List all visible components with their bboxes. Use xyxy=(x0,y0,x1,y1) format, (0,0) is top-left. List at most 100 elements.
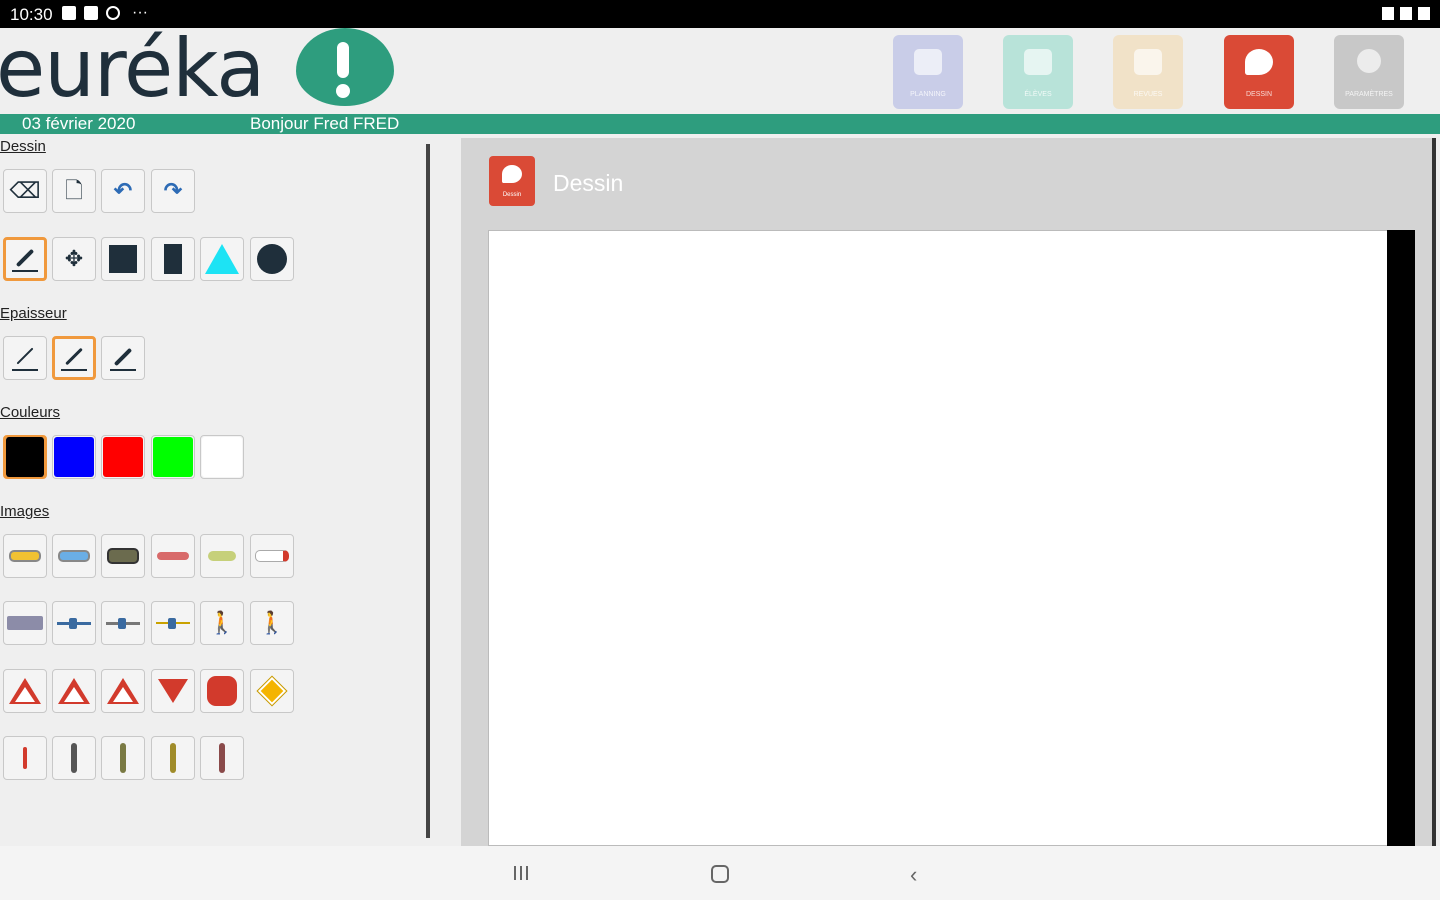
wifi-icon xyxy=(1400,7,1412,20)
nav-dessin-label: Dessin xyxy=(1245,91,1273,98)
current-date: 03 février 2020 xyxy=(22,114,136,133)
save-drawing-button[interactable]: 🗋 xyxy=(52,169,96,213)
nav-parametres-button[interactable]: Paramètres xyxy=(1334,35,1404,109)
users-icon xyxy=(1024,49,1052,75)
yield-sign-icon xyxy=(158,679,188,703)
image-car-dark-button[interactable] xyxy=(101,534,145,578)
car-blue-icon xyxy=(58,550,90,562)
color-swatch-white xyxy=(202,437,242,477)
color-red-button[interactable] xyxy=(101,435,145,479)
circle-icon xyxy=(257,244,287,274)
palette-icon xyxy=(502,165,522,183)
circle-tool-button[interactable] xyxy=(250,237,294,281)
pen-tool-button[interactable] xyxy=(3,237,47,281)
image-traffic-light-3-button[interactable] xyxy=(151,736,195,780)
eraser-button[interactable]: ⌫ xyxy=(3,169,47,213)
image-car-green-button[interactable] xyxy=(200,534,244,578)
color-blue-button[interactable] xyxy=(52,435,96,479)
nav-revues-label: Revues xyxy=(1133,91,1163,98)
drawing-panel: Dessin Dessin xyxy=(461,138,1436,846)
image-pedestrian-green-button[interactable]: 🚶 xyxy=(200,601,244,645)
image-car-yellow-button[interactable] xyxy=(3,534,47,578)
car-yellow-icon xyxy=(9,550,41,562)
bus-icon xyxy=(7,616,43,630)
canvas-scrollbar[interactable] xyxy=(1387,230,1415,846)
page-title: Dessin xyxy=(553,170,624,196)
bicycle-icon xyxy=(156,618,190,629)
pen-icon xyxy=(12,246,38,272)
image-sign-yield-button[interactable] xyxy=(151,669,195,713)
redo-button[interactable]: ↷ xyxy=(151,169,195,213)
calendar-icon xyxy=(914,49,942,75)
image-sign-children-button[interactable] xyxy=(101,669,145,713)
recent-apps-button[interactable] xyxy=(514,866,528,880)
image-post-button[interactable] xyxy=(3,736,47,780)
car-green-icon xyxy=(208,551,236,561)
image-traffic-light-1-button[interactable] xyxy=(52,736,96,780)
image-bus-button[interactable] xyxy=(3,601,47,645)
nav-revues-button[interactable]: Revues xyxy=(1113,35,1183,109)
nav-dessin-button[interactable]: Dessin xyxy=(1224,35,1294,109)
gear-icon xyxy=(1357,49,1381,73)
section-couleurs-label: Couleurs xyxy=(0,404,61,421)
truck-icon xyxy=(255,550,289,562)
color-swatch-red xyxy=(103,437,143,477)
car-red-icon xyxy=(157,552,189,560)
more-notifications-icon: ··· xyxy=(132,4,148,21)
section-images-label: Images xyxy=(0,503,50,520)
image-pedestrian-red-button[interactable]: 🚶 xyxy=(250,601,294,645)
image-car-red-button[interactable] xyxy=(151,534,195,578)
status-system-icons xyxy=(1382,7,1430,20)
triangle-icon xyxy=(205,244,239,274)
rectangle-icon xyxy=(164,244,182,274)
pen-medium-icon xyxy=(61,345,87,371)
drawing-canvas[interactable] xyxy=(488,230,1388,846)
thickness-thick-button[interactable] xyxy=(101,336,145,380)
undo-icon: ↶ xyxy=(113,178,133,203)
priority-road-sign-icon xyxy=(256,675,288,707)
section-epaisseur-label: Epaisseur xyxy=(0,305,67,322)
pen-thin-icon xyxy=(12,345,38,371)
thickness-medium-button[interactable] xyxy=(52,336,96,380)
image-motorbike-grey-button[interactable] xyxy=(101,601,145,645)
color-black-button[interactable] xyxy=(3,435,47,479)
pedestrian-green-icon: 🚶 xyxy=(208,610,236,635)
thickness-thin-button[interactable] xyxy=(3,336,47,380)
image-traffic-light-2-button[interactable] xyxy=(101,736,145,780)
image-sign-warning-button[interactable] xyxy=(3,669,47,713)
image-truck-button[interactable] xyxy=(250,534,294,578)
triangle-tool-button[interactable] xyxy=(200,237,244,281)
nav-eleves-button[interactable]: Élèves xyxy=(1003,35,1073,109)
gallery-icon xyxy=(62,6,76,20)
eraser-icon: ⌫ xyxy=(9,178,41,203)
greeting-text: Bonjour Fred FRED xyxy=(250,114,400,133)
car-dark-icon xyxy=(107,548,139,564)
image-traffic-light-4-button[interactable] xyxy=(200,736,244,780)
system-navigation-bar: ‹ xyxy=(0,846,1440,900)
undo-button[interactable]: ↶ xyxy=(101,169,145,213)
color-swatch-blue xyxy=(54,437,94,477)
color-green-button[interactable] xyxy=(151,435,195,479)
image-sign-stop-button[interactable] xyxy=(200,669,244,713)
image-motorbike-blue-button[interactable] xyxy=(52,601,96,645)
image-car-blue-button[interactable] xyxy=(52,534,96,578)
move-icon: ✥ xyxy=(64,246,84,271)
traffic-light-icon xyxy=(219,743,225,773)
image-sign-pedestrian-button[interactable] xyxy=(52,669,96,713)
rectangle-tool-button[interactable] xyxy=(151,237,195,281)
move-tool-button[interactable]: ✥ xyxy=(52,237,96,281)
image-bicycle-button[interactable] xyxy=(151,601,195,645)
motorbike-blue-icon xyxy=(57,617,91,629)
drawing-tools-panel: Dessin ⌫ 🗋 ↶ ↷ ✥ Epaisseur Couleurs Imag… xyxy=(0,134,426,846)
dessin-panel-icon-label: Dessin xyxy=(502,192,522,198)
home-button[interactable] xyxy=(711,865,729,883)
nav-planning-button[interactable]: Planning xyxy=(893,35,963,109)
back-button[interactable]: ‹ xyxy=(910,862,917,888)
redo-icon: ↷ xyxy=(163,178,183,203)
image-sign-priority-button[interactable] xyxy=(250,669,294,713)
color-white-button[interactable] xyxy=(200,435,244,479)
square-tool-button[interactable] xyxy=(101,237,145,281)
file-icon: 🗋 xyxy=(65,178,83,203)
app-logo-text: euréka xyxy=(0,22,265,115)
battery-icon xyxy=(1418,7,1430,20)
